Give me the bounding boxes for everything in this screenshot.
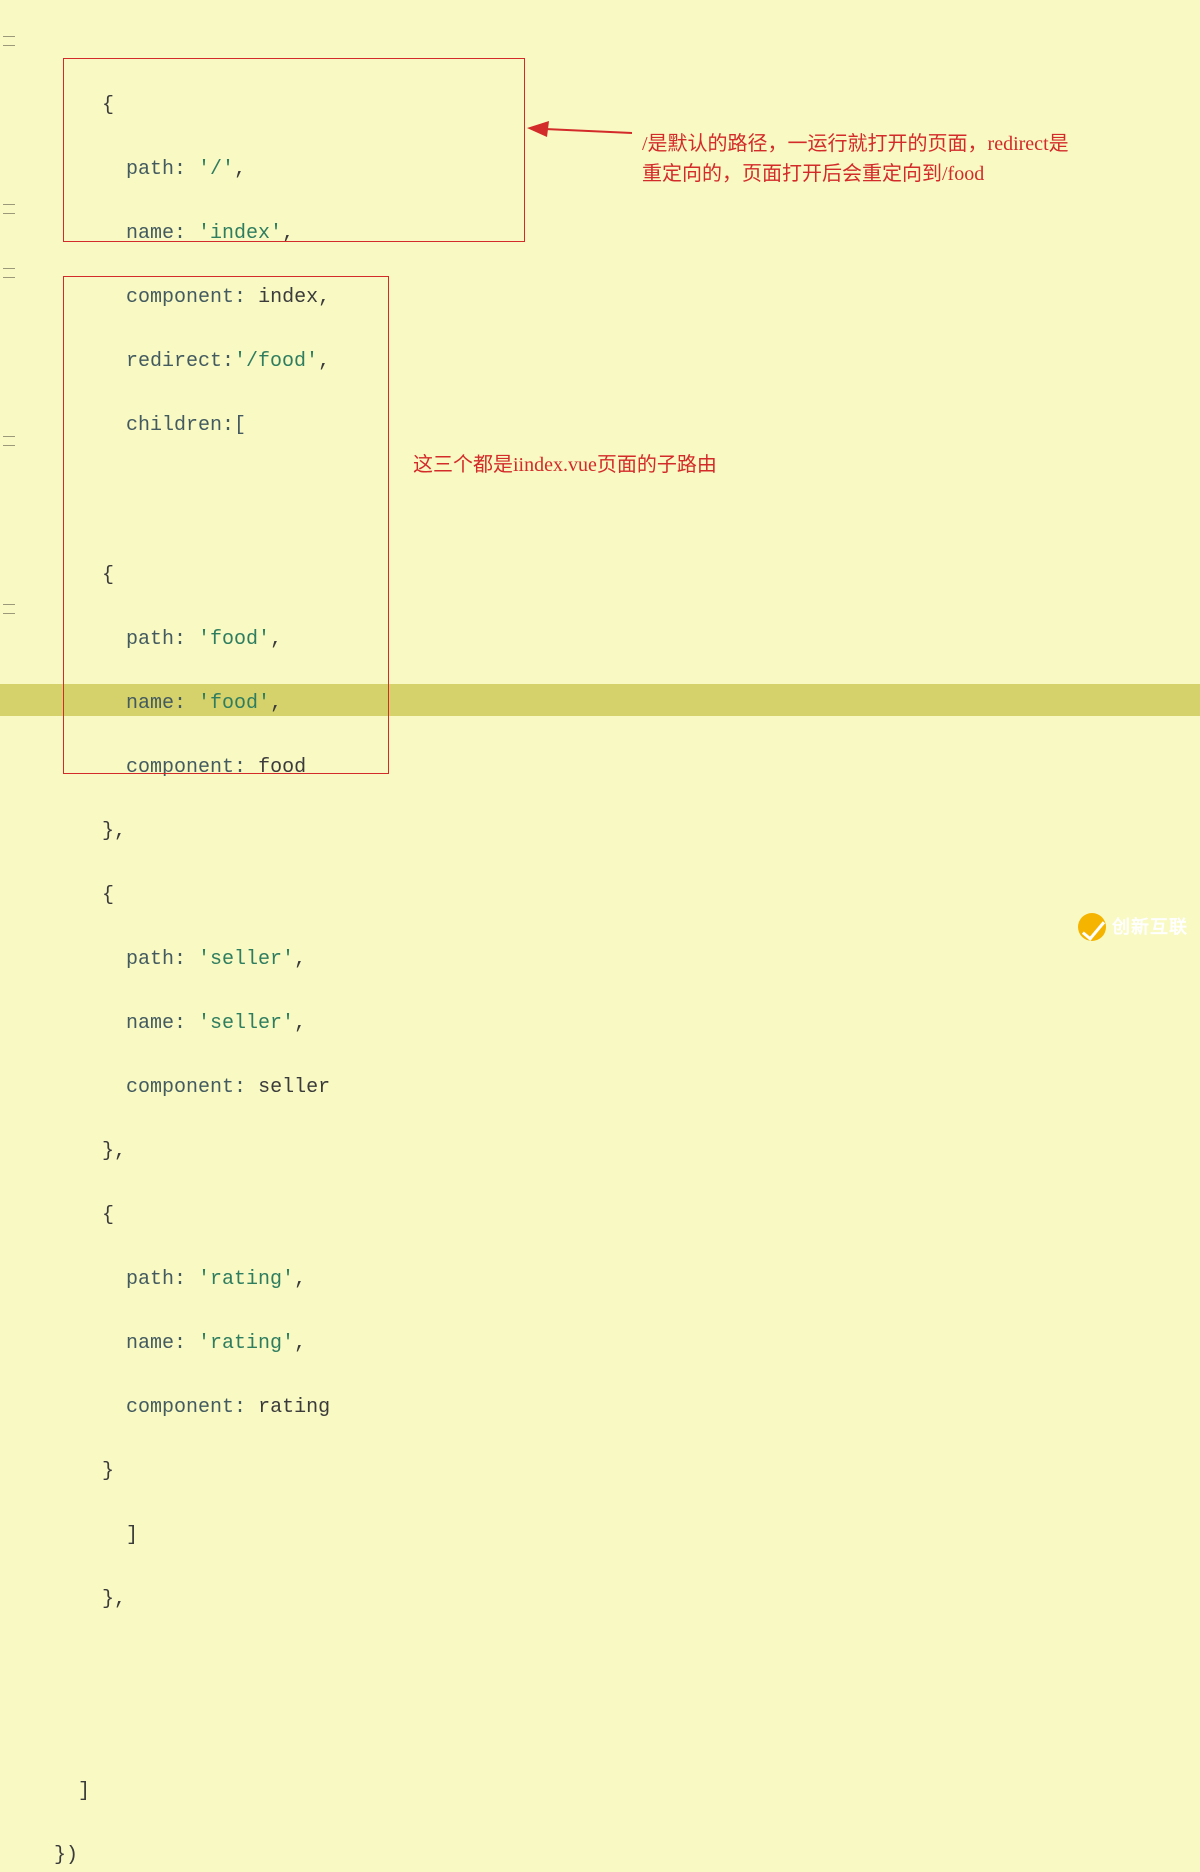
code-string: '/food' <box>234 350 318 373</box>
code-string: 'index' <box>198 222 282 245</box>
code-string: 'rating' <box>198 1268 294 1291</box>
code-line: } <box>54 1460 114 1483</box>
code-line: }) <box>54 1844 78 1867</box>
code-punct: , <box>294 1268 306 1291</box>
code-punct: , <box>294 948 306 971</box>
watermark-logo-icon <box>1078 913 1106 941</box>
code-punct: , <box>270 692 282 715</box>
fold-mark-icon <box>3 436 15 446</box>
fold-mark-icon <box>3 604 15 614</box>
code-punct: , <box>282 222 294 245</box>
watermark-text: 创新互联 <box>1112 911 1188 943</box>
watermark: 创新互联 <box>1078 911 1188 943</box>
code-ident: food <box>258 756 306 779</box>
code-key: children:[ <box>54 414 246 437</box>
code-punct: , <box>294 1332 306 1355</box>
code-line: }, <box>54 1140 126 1163</box>
fold-mark-icon <box>3 36 15 46</box>
code-string: '/' <box>198 158 234 181</box>
code-line: { <box>54 1204 114 1227</box>
code-string: 'rating' <box>198 1332 294 1355</box>
code-punct: , <box>234 158 246 181</box>
code-string: 'seller' <box>198 948 294 971</box>
fold-mark-icon <box>3 268 15 278</box>
code-string: 'food' <box>198 692 270 715</box>
code-line: }, <box>54 820 126 843</box>
code-key: name: <box>54 222 198 245</box>
code-line: ] <box>54 1780 90 1803</box>
code-punct: , <box>318 350 330 373</box>
code-key: component: <box>54 286 258 309</box>
code-line: { <box>54 94 114 117</box>
code-punct: , <box>270 628 282 651</box>
code-key: component: <box>54 756 258 779</box>
code-key: path: <box>54 628 198 651</box>
code-line: ] <box>54 1524 138 1547</box>
code-key: name: <box>54 1332 198 1355</box>
fold-mark-icon <box>3 204 15 214</box>
arrow-icon <box>527 115 632 157</box>
code-line: }, <box>54 1588 126 1611</box>
code-string: 'seller' <box>198 1012 294 1035</box>
code-string: 'food' <box>198 628 270 651</box>
code-ident: rating <box>258 1396 330 1419</box>
code-key: path: <box>54 158 198 181</box>
code-key: component: <box>54 1076 258 1099</box>
code-key: path: <box>54 948 198 971</box>
code-key: redirect: <box>54 350 234 373</box>
code-punct: , <box>294 1012 306 1035</box>
code-punct: , <box>318 286 330 309</box>
code-key: name: <box>54 1012 198 1035</box>
annotation-text-2: 这三个都是iindex.vue页面的子路由 <box>413 450 717 480</box>
code-ident: seller <box>258 1076 330 1099</box>
code-key: path: <box>54 1268 198 1291</box>
code-line: { <box>54 884 114 907</box>
code-ident: index <box>258 286 318 309</box>
code-key: component: <box>54 1396 258 1419</box>
code-line: { <box>54 564 114 587</box>
code-gutter <box>0 0 20 951</box>
annotation-text-1: /是默认的路径，一运行就打开的页面，redirect是 重定向的，页面打开后会重… <box>642 129 1069 189</box>
code-key: name: <box>54 692 198 715</box>
